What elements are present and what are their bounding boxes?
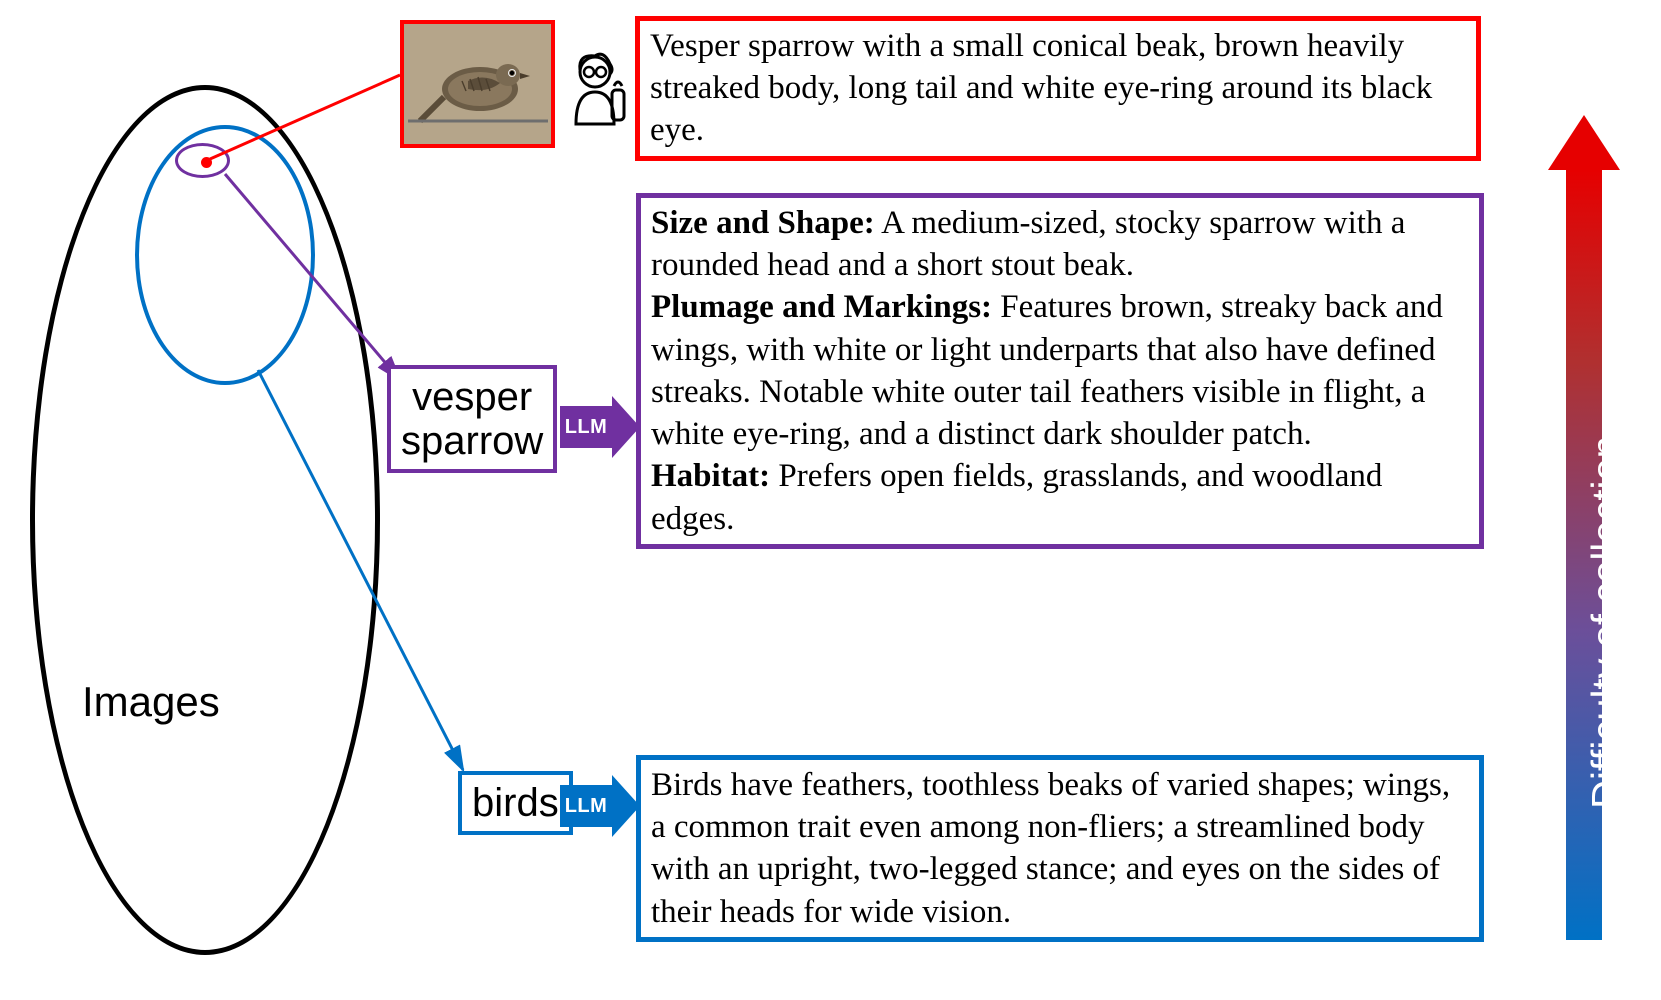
category-description-box: Birds have feathers, toothless beaks of … xyxy=(636,755,1484,942)
diagram-canvas: Images xyxy=(0,0,1661,1000)
arrow-up-icon xyxy=(1548,115,1620,170)
species-size: Size and Shape: A medium-sized, stocky s… xyxy=(651,202,1471,286)
instance-description-box: Vesper sparrow with a small conical beak… xyxy=(635,16,1481,161)
species-description-box: Size and Shape: A medium-sized, stocky s… xyxy=(636,193,1484,549)
difficulty-label: Difficulty of collection xyxy=(1585,433,1630,813)
difficulty-gradient-arrow: Difficulty of collection xyxy=(1552,110,1616,940)
instance-description-text: Vesper sparrow with a small conical beak… xyxy=(650,25,1468,152)
bird-instance-image xyxy=(400,20,555,148)
llm-badge: LLM xyxy=(560,785,612,827)
category-description-text: Birds have feathers, toothless beaks of … xyxy=(651,764,1471,933)
species-tag-label: vesper sparrow xyxy=(401,375,543,463)
instance-point xyxy=(201,157,212,168)
category-tag: birds xyxy=(458,771,573,835)
expert-annotator-icon xyxy=(560,42,630,132)
llm-badge: LLM xyxy=(560,406,612,448)
species-plumage: Plumage and Markings: Features brown, st… xyxy=(651,286,1471,455)
species-habitat: Habitat: Prefers open fields, grasslands… xyxy=(651,455,1471,539)
category-tag-label: birds xyxy=(472,781,559,825)
species-tag: vesper sparrow xyxy=(387,365,557,473)
images-label: Images xyxy=(82,678,220,726)
